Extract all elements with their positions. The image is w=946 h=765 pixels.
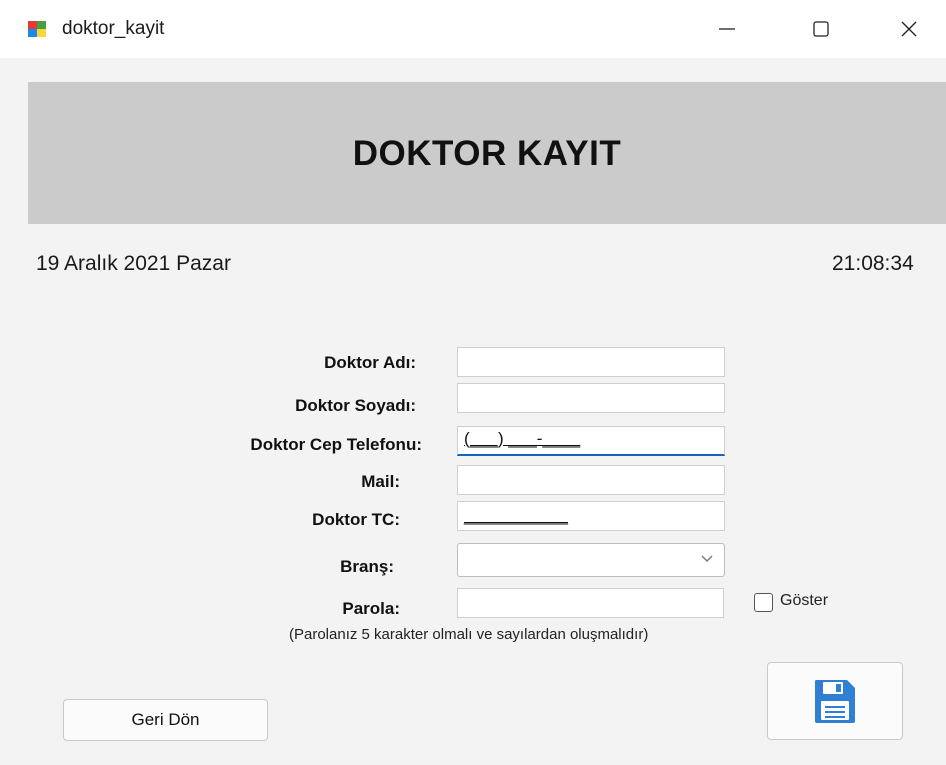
phone-input[interactable]: (___) ___-____ xyxy=(457,426,725,456)
first-name-input[interactable] xyxy=(457,347,725,377)
password-hint: (Parolanız 5 karakter olmalı ve sayılard… xyxy=(289,626,649,643)
last-name-label: Doktor Soyadı: xyxy=(295,396,416,415)
page-title: DOKTOR KAYIT xyxy=(352,134,622,173)
last-name-input[interactable] xyxy=(457,383,725,413)
close-icon xyxy=(901,21,917,37)
first-name-label: Doktor Adı: xyxy=(324,353,416,372)
maximize-icon xyxy=(813,21,829,37)
password-input[interactable] xyxy=(457,588,724,618)
title-bar[interactable]: doktor_kayit xyxy=(0,0,946,58)
phone-mask: (___) ___-____ xyxy=(464,429,581,448)
password-label: Parola: xyxy=(342,599,400,618)
tc-mask: ___________ xyxy=(464,506,569,525)
show-password-label[interactable]: Göster xyxy=(780,592,828,610)
save-button[interactable] xyxy=(767,662,903,740)
phone-label: Doktor Cep Telefonu: xyxy=(250,435,422,454)
tc-label: Doktor TC: xyxy=(312,510,400,529)
branch-select[interactable] xyxy=(457,543,725,577)
chevron-down-icon xyxy=(701,555,713,562)
maximize-button[interactable] xyxy=(798,12,844,46)
app-window: doktor_kayit DOKTOR KAYIT 19 Aralık 2021… xyxy=(0,0,946,765)
back-button-label: Geri Dön xyxy=(131,710,200,729)
minimize-icon xyxy=(719,28,735,30)
show-password-checkbox[interactable] xyxy=(754,593,773,612)
window-title: doktor_kayit xyxy=(62,18,165,39)
mail-input[interactable] xyxy=(457,465,725,495)
minimize-button[interactable] xyxy=(704,12,750,46)
tc-input[interactable]: ___________ xyxy=(457,501,725,531)
mail-label: Mail: xyxy=(361,472,400,491)
close-button[interactable] xyxy=(886,12,932,46)
branch-label: Branş: xyxy=(340,557,394,576)
app-icon xyxy=(28,21,46,37)
header-band: DOKTOR KAYIT xyxy=(28,82,946,224)
time-label: 21:08:34 xyxy=(832,252,914,275)
floppy-disk-icon xyxy=(815,680,855,723)
back-button[interactable]: Geri Dön xyxy=(63,699,268,741)
date-label: 19 Aralık 2021 Pazar xyxy=(36,252,231,275)
